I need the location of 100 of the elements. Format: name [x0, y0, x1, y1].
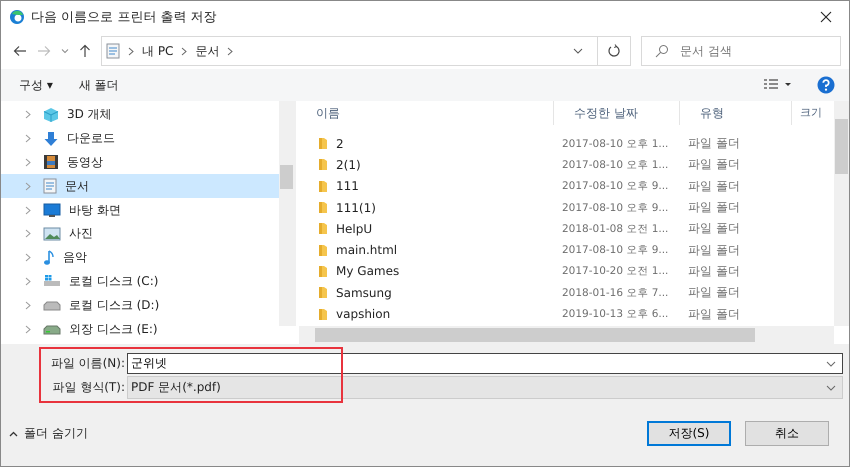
file-type-dropdown[interactable]: PDF 문서(*.pdf) — [127, 376, 843, 399]
column-header[interactable]: 유형 — [680, 101, 792, 125]
refresh-icon — [607, 44, 621, 58]
table-cell-text: 파일 폴더 — [687, 178, 741, 195]
chevron-right-icon[interactable] — [25, 158, 31, 167]
breadcrumb[interactable]: 내 PC — [142, 42, 174, 60]
file-name[interactable]: 2(1) — [336, 158, 361, 172]
folder-icon — [318, 137, 328, 150]
table-cell-text: 2017-08-10 오후 9... — [561, 243, 670, 258]
file-name-field[interactable]: 군위넷 — [127, 353, 843, 374]
back-arrow-icon[interactable] — [13, 45, 27, 57]
save-button[interactable]: 저장(S) — [647, 421, 731, 446]
forward-arrow-icon[interactable] — [37, 45, 51, 57]
horizontal-scrollbar[interactable] — [299, 326, 834, 344]
up-arrow-icon[interactable] — [79, 44, 91, 58]
view-options-icon[interactable] — [763, 79, 791, 91]
chevron-down-icon[interactable] — [61, 48, 69, 54]
table-cell-text: 파일 폴더 — [687, 306, 741, 323]
table-cell-text: 2018-01-16 오후 7... — [561, 286, 670, 300]
file-name[interactable]: 111(1) — [336, 200, 376, 215]
chevron-down-icon — [826, 384, 836, 390]
organize-menu[interactable]: 구성 ▾ — [19, 76, 53, 94]
chevron-right-icon[interactable] — [25, 300, 31, 310]
sidebar-item[interactable]: 바탕 화면 — [1, 198, 279, 222]
download-arrow-icon — [43, 130, 59, 147]
folder-icon — [318, 308, 328, 321]
drive-icon — [43, 274, 61, 288]
file-type-label: 파일 형식(T): — [51, 379, 126, 396]
address-bar[interactable]: 내 PC 문서 — [101, 36, 631, 66]
file-name[interactable]: HelpU — [336, 222, 372, 236]
sidebar-item[interactable]: 동영상 — [1, 150, 279, 174]
close-icon — [820, 11, 832, 23]
sidebar-item[interactable]: 음악 — [1, 246, 279, 270]
desktop-icon — [43, 203, 61, 218]
table-cell-text: 2017-08-10 오후 1... — [561, 136, 670, 151]
cube-icon — [43, 106, 59, 123]
chevron-right-icon[interactable] — [25, 324, 31, 334]
table-cell-text: 2019-10-13 오후 6... — [561, 307, 670, 322]
table-cell-text: 파일 폴더 — [687, 284, 741, 302]
table-cell-text: 파일 폴더 — [687, 135, 741, 152]
table-cell-text: 파일 폴더 — [687, 220, 741, 238]
table-cell-text: 파일 폴더 — [687, 199, 741, 216]
column-header[interactable]: 크기 — [792, 101, 834, 125]
folder-icon — [318, 201, 328, 214]
sidebar-item[interactable]: 문서 — [1, 174, 279, 198]
document-icon — [106, 43, 120, 59]
column-header[interactable]: 이름 — [296, 101, 554, 125]
hide-folders-toggle[interactable]: 폴더 숨기기 — [9, 425, 88, 442]
sidebar-item[interactable]: 로컬 디스크 (D:) — [1, 293, 279, 318]
sidebar-item[interactable]: 3D 개체 — [1, 103, 279, 127]
folder-icon — [318, 222, 328, 236]
photo-icon — [43, 226, 61, 241]
sidebar-item[interactable]: 사진 — [1, 222, 279, 246]
chevron-right-icon[interactable] — [25, 134, 31, 144]
chevron-right-icon — [126, 46, 136, 56]
file-name[interactable]: 2 — [336, 136, 344, 151]
chevron-down-icon[interactable] — [826, 361, 836, 367]
breadcrumb[interactable]: 문서 — [195, 42, 220, 60]
chevron-right-icon[interactable] — [25, 206, 31, 215]
file-name[interactable]: 111 — [336, 179, 359, 194]
folder-icon — [318, 180, 328, 193]
table-cell-text: 2017-10-20 오전 1... — [561, 264, 670, 278]
column-header[interactable]: 수정한 날짜 — [554, 101, 680, 125]
chevron-right-icon[interactable] — [25, 276, 31, 286]
file-name[interactable]: main.html — [336, 243, 398, 258]
chevron-right-icon — [179, 46, 190, 56]
folder-icon — [318, 264, 328, 278]
sidebar-item[interactable]: 로컬 디스크 (C:) — [1, 270, 279, 294]
document-icon — [43, 178, 57, 194]
help-icon[interactable] — [817, 76, 835, 94]
browser-logo-icon — [9, 9, 25, 25]
chevron-right-icon[interactable] — [25, 253, 31, 262]
table-cell-text: 파일 폴더 — [687, 262, 741, 280]
cancel-button[interactable]: 취소 — [745, 421, 829, 446]
chevron-up-icon — [9, 430, 18, 436]
sidebar-item[interactable]: 외장 디스크 (E:) — [1, 317, 279, 341]
window-title: 다음 이름으로 프린터 출력 저장 — [31, 9, 217, 26]
search-field[interactable]: 문서 검색 — [641, 36, 841, 66]
table-cell-text: 2018-01-08 오전 1... — [561, 222, 670, 236]
file-name[interactable]: My Games — [336, 264, 400, 278]
music-note-icon — [43, 250, 55, 266]
folder-icon — [318, 244, 328, 257]
file-name[interactable]: vapshion — [336, 307, 390, 322]
chevron-right-icon[interactable] — [25, 229, 31, 238]
file-name[interactable]: Samsung — [336, 286, 392, 300]
chevron-right-icon — [225, 46, 236, 56]
chevron-right-icon[interactable] — [25, 182, 31, 191]
table-cell-text: 2017-08-10 오후 9... — [561, 200, 670, 215]
chevron-right-icon[interactable] — [25, 110, 31, 120]
film-icon — [43, 154, 59, 170]
file-name-label: 파일 이름(N): — [50, 355, 126, 372]
scrollbar[interactable] — [834, 101, 849, 326]
table-cell-text: 2017-08-10 오후 1... — [561, 158, 670, 172]
table-cell-text: 파일 폴더 — [687, 156, 741, 174]
sidebar-item[interactable]: 다운로드 — [1, 126, 279, 151]
chevron-down-icon[interactable] — [573, 48, 583, 54]
new-folder-button[interactable]: 새 폴더 — [78, 76, 119, 94]
search-icon — [655, 44, 669, 58]
folder-icon — [318, 158, 328, 172]
scrollbar[interactable] — [279, 101, 294, 326]
